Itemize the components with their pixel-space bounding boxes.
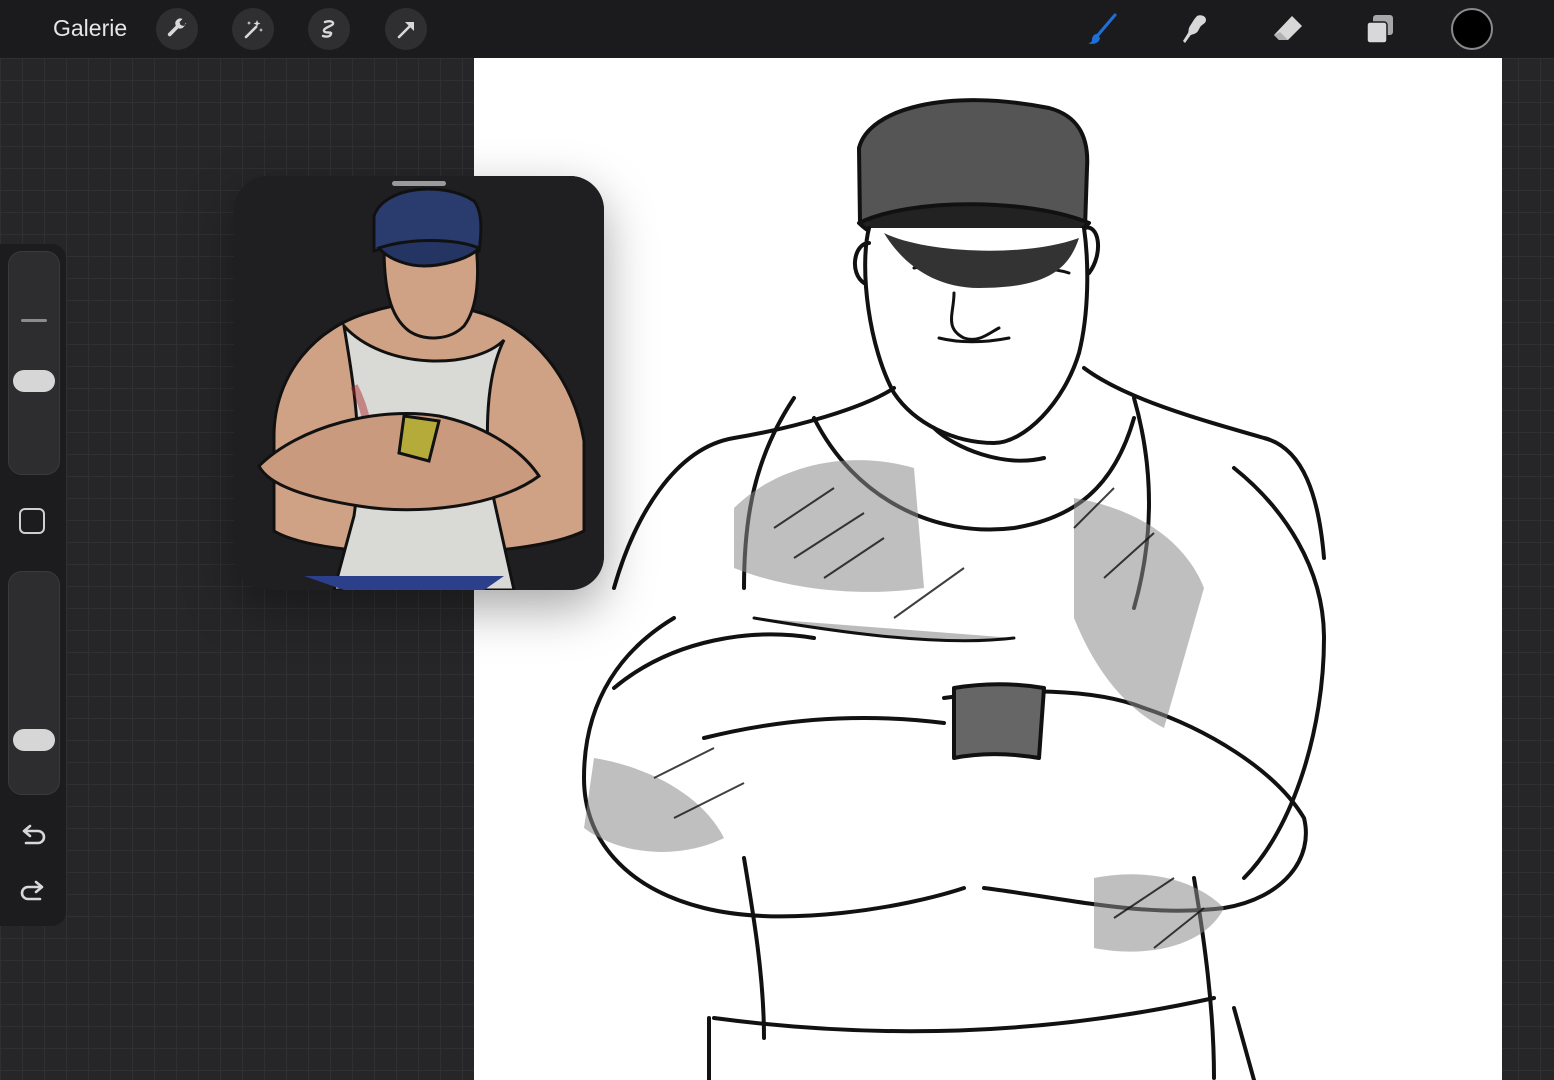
transform-arrow-icon	[397, 22, 414, 39]
brush-size-thumb[interactable]	[13, 370, 55, 392]
opacity-slider[interactable]	[8, 571, 60, 795]
brush-size-marker	[21, 319, 47, 322]
layers-button[interactable]	[1360, 9, 1400, 49]
opacity-thumb[interactable]	[13, 729, 55, 751]
smudge-tool-button[interactable]	[1175, 9, 1215, 49]
brush-icon	[1088, 13, 1117, 44]
brush-tool-button[interactable]	[1083, 9, 1123, 49]
top-toolbar: Galerie	[0, 0, 1554, 58]
eraser-tool-button[interactable]	[1268, 9, 1308, 49]
transform-button[interactable]	[385, 8, 427, 50]
redo-icon[interactable]	[18, 878, 48, 908]
selection-button[interactable]	[308, 8, 350, 50]
layers-icon	[1366, 15, 1393, 44]
selection-icon	[321, 19, 335, 38]
adjustments-button[interactable]	[232, 8, 274, 50]
character-sketch	[582, 98, 1326, 1080]
reference-drag-handle[interactable]	[392, 181, 446, 186]
magic-wand-icon	[244, 20, 263, 39]
brush-size-slider[interactable]	[8, 251, 60, 475]
left-sidebar	[0, 244, 66, 926]
undo-icon[interactable]	[18, 822, 48, 852]
reference-image	[234, 176, 604, 590]
smudge-icon	[1183, 15, 1206, 44]
reference-window[interactable]	[234, 176, 604, 590]
modify-button[interactable]	[19, 508, 45, 534]
drawing-canvas[interactable]	[474, 58, 1502, 1080]
wrench-icon	[167, 18, 187, 37]
actions-button[interactable]	[156, 8, 198, 50]
eraser-icon	[1274, 16, 1302, 40]
color-picker-button[interactable]	[1451, 8, 1493, 50]
gallery-button[interactable]: Galerie	[53, 15, 127, 42]
